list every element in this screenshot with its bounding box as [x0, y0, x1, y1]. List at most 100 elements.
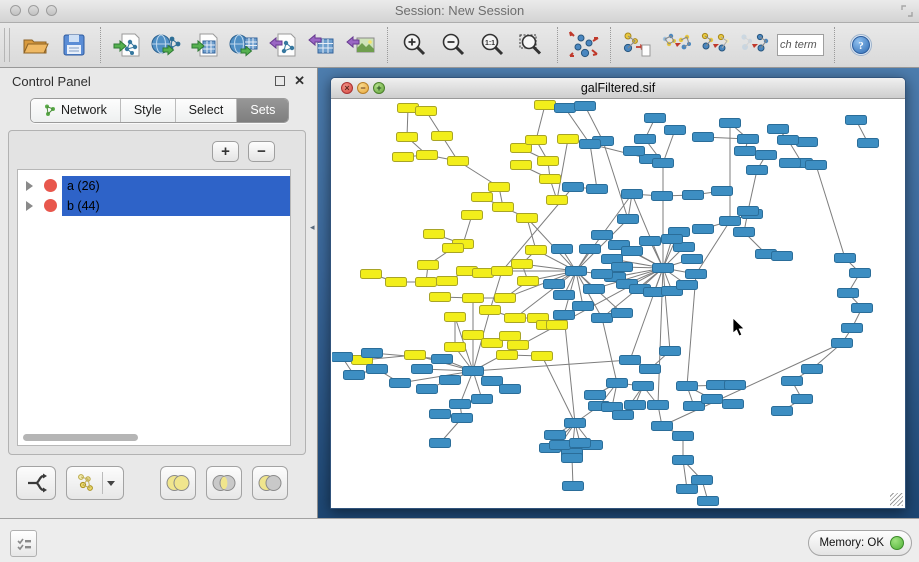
graph-edge[interactable]: [564, 315, 575, 423]
graph-node-blue[interactable]: [573, 302, 594, 311]
graph-node-yellow[interactable]: [511, 161, 532, 170]
union-button[interactable]: [160, 466, 196, 500]
graph-node-blue[interactable]: [846, 116, 867, 125]
graph-node-yellow[interactable]: [448, 157, 469, 166]
graph-node-yellow[interactable]: [361, 270, 382, 279]
graph-node-yellow[interactable]: [430, 293, 451, 302]
graph-node-blue[interactable]: [648, 401, 669, 410]
graph-node-blue[interactable]: [734, 228, 755, 237]
graph-node-yellow[interactable]: [517, 214, 538, 223]
graph-node-yellow[interactable]: [500, 332, 521, 341]
graph-node-blue[interactable]: [565, 419, 586, 428]
graph-node-blue[interactable]: [566, 267, 587, 276]
graph-node-blue[interactable]: [620, 356, 641, 365]
graph-node-blue[interactable]: [554, 291, 575, 300]
graph-node-blue[interactable]: [738, 135, 759, 144]
graph-node-blue[interactable]: [665, 126, 686, 135]
graph-node-blue[interactable]: [563, 482, 584, 491]
graph-edge[interactable]: [585, 106, 603, 141]
fullscreen-icon[interactable]: [901, 5, 913, 17]
graph-node-yellow[interactable]: [526, 136, 547, 145]
graph-node-blue[interactable]: [440, 376, 461, 385]
graph-node-yellow[interactable]: [432, 132, 453, 141]
graph-node-blue[interactable]: [563, 183, 584, 192]
graph-node-yellow[interactable]: [547, 196, 568, 205]
graph-node-blue[interactable]: [677, 485, 698, 494]
network-frame[interactable]: × − + galFiltered.sif: [330, 77, 906, 509]
graph-node-blue[interactable]: [850, 269, 871, 278]
graph-node-blue[interactable]: [472, 395, 493, 404]
graph-node-yellow[interactable]: [443, 244, 464, 253]
graph-node-yellow[interactable]: [416, 278, 437, 287]
create-set-from-network-button[interactable]: [66, 466, 124, 500]
import-table-web-button[interactable]: [228, 28, 260, 62]
graph-node-blue[interactable]: [806, 161, 827, 170]
help-button[interactable]: ?: [845, 28, 877, 62]
export-table-button[interactable]: [306, 28, 338, 62]
graph-node-blue[interactable]: [575, 102, 596, 111]
graph-node-blue[interactable]: [612, 309, 633, 318]
graph-node-blue[interactable]: [367, 365, 388, 374]
graph-node-blue[interactable]: [412, 365, 433, 374]
graph-node-blue[interactable]: [725, 381, 746, 390]
graph-node-blue[interactable]: [332, 353, 353, 362]
graph-node-yellow[interactable]: [540, 175, 561, 184]
graph-node-blue[interactable]: [677, 382, 698, 391]
graph-edge[interactable]: [590, 144, 597, 189]
graph-node-blue[interactable]: [653, 159, 674, 168]
sets-list[interactable]: a (26) b (44): [17, 169, 291, 446]
graph-node-blue[interactable]: [702, 395, 723, 404]
graph-node-yellow[interactable]: [547, 321, 568, 330]
graph-node-yellow[interactable]: [463, 294, 484, 303]
graph-node-blue[interactable]: [858, 139, 879, 148]
graph-node-blue[interactable]: [622, 247, 643, 256]
resize-grip[interactable]: [890, 493, 903, 506]
graph-node-blue[interactable]: [580, 245, 601, 254]
graph-node-blue[interactable]: [618, 215, 639, 224]
new-network-from-selection-button[interactable]: [621, 28, 653, 62]
graph-node-blue[interactable]: [780, 159, 801, 168]
network-selected-nodes-selected-edges-button[interactable]: [699, 28, 731, 62]
horizontal-scrollbar[interactable]: [21, 434, 287, 442]
graph-node-blue[interactable]: [555, 104, 576, 113]
graph-node-blue[interactable]: [570, 439, 591, 448]
window-titlebar[interactable]: Session: New Session: [0, 0, 919, 23]
graph-node-blue[interactable]: [652, 422, 673, 431]
import-network-web-button[interactable]: [150, 28, 182, 62]
graph-node-blue[interactable]: [720, 119, 741, 128]
close-panel-icon[interactable]: ✕: [294, 73, 305, 89]
zoom-in-button[interactable]: [398, 28, 430, 62]
graph-node-blue[interactable]: [635, 135, 656, 144]
dropdown-arrow-icon[interactable]: [107, 481, 115, 486]
graph-node-blue[interactable]: [698, 497, 719, 506]
graph-node-blue[interactable]: [835, 254, 856, 263]
tab-style[interactable]: Style: [121, 99, 176, 122]
remove-set-button[interactable]: −: [248, 141, 275, 162]
graph-node-blue[interactable]: [852, 304, 873, 313]
graph-node-yellow[interactable]: [538, 157, 559, 166]
graph-node-blue[interactable]: [723, 400, 744, 409]
graph-node-yellow[interactable]: [416, 107, 437, 116]
graph-node-blue[interactable]: [344, 371, 365, 380]
intersection-button[interactable]: [206, 466, 242, 500]
graph-node-blue[interactable]: [625, 401, 646, 410]
graph-node-blue[interactable]: [545, 431, 566, 440]
graph-node-blue[interactable]: [683, 191, 704, 200]
graph-node-blue[interactable]: [417, 385, 438, 394]
graph-node-yellow[interactable]: [493, 203, 514, 212]
export-set-button[interactable]: [16, 466, 56, 500]
graph-node-blue[interactable]: [802, 365, 823, 374]
graph-node-blue[interactable]: [592, 314, 613, 323]
graph-node-yellow[interactable]: [512, 260, 533, 269]
graph-node-yellow[interactable]: [495, 294, 516, 303]
graph-node-blue[interactable]: [452, 414, 473, 423]
graph-node-yellow[interactable]: [532, 352, 553, 361]
graph-node-blue[interactable]: [624, 147, 645, 156]
graph-node-yellow[interactable]: [386, 278, 407, 287]
graph-edge[interactable]: [663, 268, 670, 351]
graph-node-blue[interactable]: [782, 377, 803, 386]
graph-node-blue[interactable]: [580, 140, 601, 149]
graph-node-blue[interactable]: [622, 190, 643, 199]
graph-node-blue[interactable]: [640, 365, 661, 374]
graph-node-yellow[interactable]: [489, 183, 510, 192]
